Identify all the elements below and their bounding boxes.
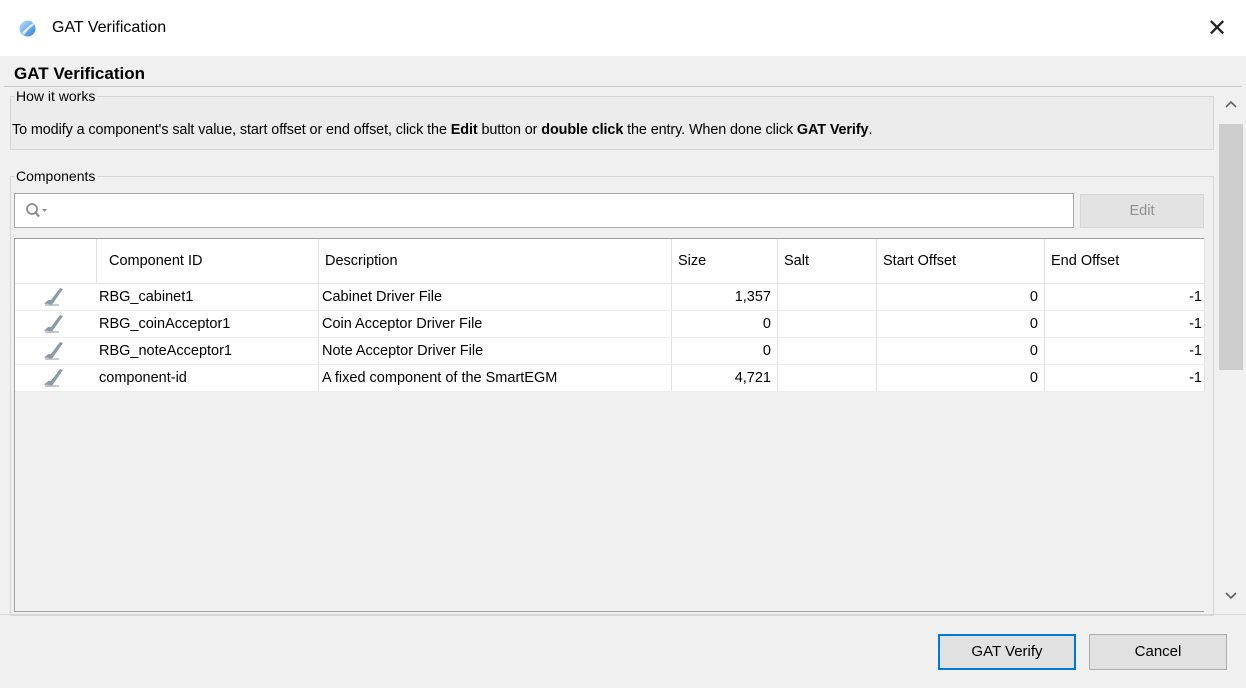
check-icon <box>44 342 63 360</box>
footer-divider <box>0 614 1246 615</box>
title-bar: GAT Verification ✕ <box>0 0 1246 56</box>
check-icon <box>44 288 63 306</box>
component-id-cell: component-id <box>97 365 319 391</box>
component-id-cell: RBG_noteAcceptor1 <box>97 338 319 364</box>
column-header-description[interactable]: Description <box>319 239 672 283</box>
row-icon-cell <box>15 311 97 337</box>
scroll-down-arrow-icon[interactable] <box>1222 586 1240 604</box>
instruction-double-click-bold: double click <box>541 122 624 138</box>
how-it-works-text: To modify a component's salt value, star… <box>12 122 872 138</box>
column-header-end-offset[interactable]: End Offset <box>1045 239 1205 283</box>
column-header-start-offset[interactable]: Start Offset <box>877 239 1045 283</box>
scrollbar-thumb[interactable] <box>1219 124 1243 370</box>
component-id-cell: RBG_coinAcceptor1 <box>97 311 319 337</box>
salt-cell <box>778 284 877 310</box>
row-icon-cell <box>15 284 97 310</box>
close-icon: ✕ <box>1206 14 1228 42</box>
window-title: GAT Verification <box>52 19 167 36</box>
size-cell: 0 <box>672 311 778 337</box>
components-label: Components <box>14 168 98 184</box>
check-icon <box>44 369 63 387</box>
size-cell: 1,357 <box>672 284 778 310</box>
column-header-salt[interactable]: Salt <box>778 239 877 283</box>
search-input[interactable] <box>14 193 1074 228</box>
size-cell: 4,721 <box>672 365 778 391</box>
column-header-icon[interactable] <box>15 239 97 283</box>
description-cell: A fixed component of the SmartEGM <box>319 365 672 391</box>
description-cell: Cabinet Driver File <box>319 284 672 310</box>
instruction-edit-bold: Edit <box>450 122 478 138</box>
instruction-text: To modify a component's salt value, star… <box>12 122 451 138</box>
end-offset-cell: -1 <box>1045 338 1205 364</box>
search-icon <box>26 203 47 218</box>
start-offset-cell: 0 <box>877 365 1045 391</box>
gat-verify-button[interactable]: GAT Verify <box>938 634 1076 670</box>
salt-cell <box>778 365 877 391</box>
start-offset-cell: 0 <box>877 311 1045 337</box>
column-header-size[interactable]: Size <box>672 239 778 283</box>
end-offset-cell: -1 <box>1045 365 1205 391</box>
dialog-heading: GAT Verification <box>14 64 145 83</box>
row-icon-cell <box>15 365 97 391</box>
how-it-works-label: How it works <box>14 88 98 104</box>
end-offset-cell: -1 <box>1045 284 1205 310</box>
end-offset-cell: -1 <box>1045 311 1205 337</box>
salt-cell <box>778 338 877 364</box>
size-cell: 0 <box>672 338 778 364</box>
cancel-button[interactable]: Cancel <box>1089 634 1227 670</box>
table-header: Component ID Description Size Salt Start… <box>15 239 1205 284</box>
salt-cell <box>778 311 877 337</box>
app-icon <box>19 20 36 37</box>
component-id-cell: RBG_cabinet1 <box>97 284 319 310</box>
components-table: Component ID Description Size Salt Start… <box>14 238 1205 612</box>
instruction-gat-verify-bold: GAT Verify <box>796 122 869 138</box>
table-row[interactable]: RBG_noteAcceptor1 Note Acceptor Driver F… <box>15 338 1205 365</box>
instruction-text: button or <box>477 122 542 138</box>
scroll-up-arrow-icon[interactable] <box>1222 96 1240 114</box>
row-icon-cell <box>15 338 97 364</box>
instruction-text: . <box>868 122 873 138</box>
table-row[interactable]: RBG_coinAcceptor1 Coin Acceptor Driver F… <box>15 311 1205 338</box>
description-cell: Note Acceptor Driver File <box>319 338 672 364</box>
table-row[interactable]: RBG_cabinet1 Cabinet Driver File 1,357 0… <box>15 284 1205 311</box>
column-header-component-id[interactable]: Component ID <box>97 239 319 283</box>
check-icon <box>44 315 63 333</box>
table-row[interactable]: component-id A fixed component of the Sm… <box>15 365 1205 392</box>
start-offset-cell: 0 <box>877 338 1045 364</box>
start-offset-cell: 0 <box>877 284 1045 310</box>
edit-button[interactable]: Edit <box>1080 194 1204 228</box>
instruction-text: the entry. When done click <box>623 122 797 138</box>
close-button[interactable]: ✕ <box>1204 14 1230 42</box>
description-cell: Coin Acceptor Driver File <box>319 311 672 337</box>
